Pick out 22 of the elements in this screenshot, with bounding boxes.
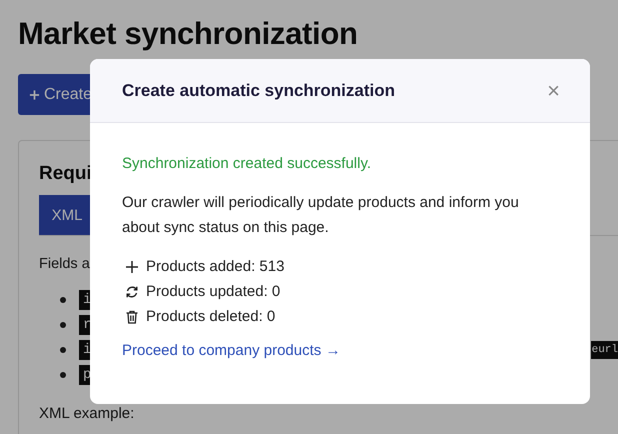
body-text: XML example: xyxy=(39,405,136,422)
message-text: Our crawler will periodically update products and inform you about sync status on this page. xyxy=(122,193,520,238)
stat-text: Products deleted: 0 xyxy=(146,308,276,325)
bullet-icon xyxy=(60,322,66,328)
stat-text: Products updated: 0 xyxy=(146,283,280,300)
code-snippet: eurl xyxy=(590,340,618,358)
create-button[interactable]: Create xyxy=(18,74,92,115)
dialog-title: Create automatic synchronization xyxy=(122,80,396,100)
bullet-icon xyxy=(60,346,66,352)
body-text: Fields a xyxy=(39,256,90,272)
stat-text: Products added: 513 xyxy=(146,258,284,275)
success-message: Synchronization created successfully. xyxy=(122,155,372,172)
products-link[interactable]: Proceed to company products → xyxy=(122,342,340,359)
bullet-icon xyxy=(60,296,66,302)
page-title: Market synchronization xyxy=(18,16,359,52)
close-button[interactable]: × xyxy=(543,78,564,104)
plus-icon xyxy=(29,88,40,100)
section-heading: Requi xyxy=(39,163,92,185)
plus-icon xyxy=(125,260,139,274)
refresh-icon xyxy=(125,284,139,298)
bullet-icon xyxy=(60,372,66,378)
trash-icon xyxy=(125,310,139,324)
